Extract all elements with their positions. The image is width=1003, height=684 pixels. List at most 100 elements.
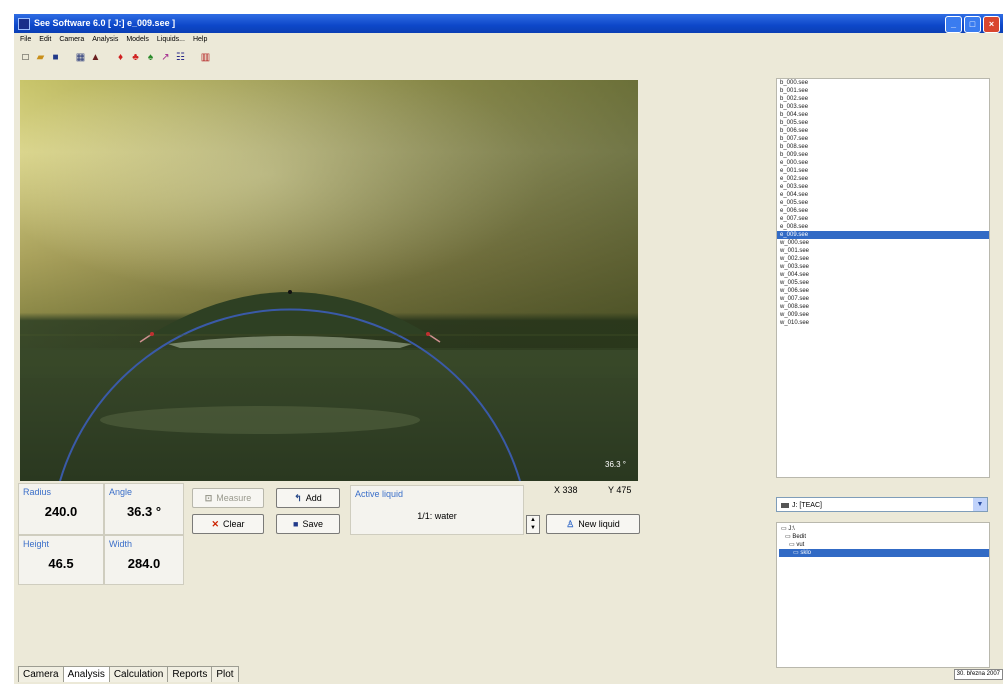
liquid-label: Active liquid: [355, 489, 404, 499]
clear-icon: ✕: [211, 519, 220, 529]
file-list-item[interactable]: b_000.see: [777, 79, 989, 87]
file-list-item[interactable]: b_005.see: [777, 119, 989, 127]
tab-calculation[interactable]: Calculation: [108, 666, 169, 682]
maximize-button[interactable]: □: [964, 16, 981, 33]
menu-camera[interactable]: Camera: [59, 34, 84, 46]
angle-box: Angle 36.3 °: [104, 483, 184, 535]
app-icon: [18, 18, 30, 30]
file-list-item[interactable]: b_002.see: [777, 95, 989, 103]
apex-point[interactable]: [288, 290, 292, 294]
file-list-item[interactable]: w_000.see: [777, 239, 989, 247]
angle-value: 36.3 °: [126, 504, 162, 519]
dir-item-vut[interactable]: ▭ vut: [779, 541, 989, 549]
chevron-down-icon[interactable]: ▼: [973, 498, 987, 511]
file-list-item[interactable]: e_006.see: [777, 207, 989, 215]
contact-point-right[interactable]: [426, 332, 430, 336]
file-list[interactable]: b_000.see b_001.see b_002.see b_003.see b_00…: [776, 78, 990, 478]
file-list-item[interactable]: w_003.see: [777, 263, 989, 271]
reflection-blur: [100, 406, 420, 434]
file-list-item[interactable]: e_004.see: [777, 191, 989, 199]
file-list-item[interactable]: w_007.see: [777, 295, 989, 303]
tab-plot[interactable]: Plot: [211, 666, 239, 682]
file-list-item[interactable]: e_002.see: [777, 175, 989, 183]
drop-icon[interactable]: ▲: [90, 52, 101, 63]
file-list-item[interactable]: w_010.see: [777, 319, 989, 327]
file-list-item[interactable]: w_004.see: [777, 271, 989, 279]
menu-analysis[interactable]: Analysis: [92, 34, 118, 46]
file-list-item[interactable]: b_004.see: [777, 111, 989, 119]
settings-icon[interactable]: ☷: [175, 52, 186, 63]
drive-select[interactable]: J: [TEAC] ▼: [776, 497, 988, 512]
save-icon[interactable]: ■: [50, 52, 61, 63]
red-drop-icon[interactable]: ♦: [115, 52, 126, 63]
directory-tree[interactable]: ▭ J:\ ▭ Bedit ▭ vut ▭ sklo: [776, 522, 990, 668]
file-list-item[interactable]: b_008.see: [777, 143, 989, 151]
y-coordinate: Y 475: [608, 485, 632, 495]
contact-point-left[interactable]: [150, 332, 154, 336]
drive-icon: [781, 502, 789, 508]
radius-box: Radius 240.0: [18, 483, 104, 535]
tab-camera[interactable]: Camera: [18, 666, 64, 682]
file-list-item[interactable]: b_009.see: [777, 151, 989, 159]
menu-edit[interactable]: Edit: [39, 34, 51, 46]
multi-drop-icon[interactable]: ♣: [130, 52, 141, 63]
file-list-item[interactable]: b_006.see: [777, 127, 989, 135]
file-list-item[interactable]: b_001.see: [777, 87, 989, 95]
report-icon[interactable]: ▥: [200, 52, 211, 63]
add-button[interactable]: ↰ Add: [276, 488, 340, 508]
measure-button[interactable]: ⊡ Measure: [192, 488, 264, 508]
height-box: Height 46.5: [18, 535, 104, 585]
file-list-item[interactable]: w_002.see: [777, 255, 989, 263]
color-drops-icon[interactable]: ♠: [145, 52, 156, 63]
add-icon: ↰: [294, 493, 302, 503]
dir-item-bedit[interactable]: ▭ Bedit: [779, 533, 989, 541]
droplet-image[interactable]: 36.3 °: [20, 80, 638, 481]
title-bar[interactable]: See Software 6.0 [ J:] e_009.see ] _ □ ×: [14, 14, 1003, 33]
clear-button[interactable]: ✕ Clear: [192, 514, 264, 534]
measure-icon: ⊡: [204, 493, 213, 503]
drive-label: J: [TEAC]: [792, 502, 822, 509]
minimize-button[interactable]: _: [945, 16, 962, 33]
liquid-box: Active liquid 1/1: water: [350, 485, 524, 535]
menu-file[interactable]: File: [20, 34, 31, 46]
file-list-item[interactable]: b_003.see: [777, 103, 989, 111]
dir-item-root[interactable]: ▭ J:\: [779, 525, 989, 533]
height-value: 46.5: [48, 556, 74, 571]
file-list-item[interactable]: w_001.see: [777, 247, 989, 255]
angle-overlay: 36.3 °: [605, 460, 626, 469]
file-list-item[interactable]: e_005.see: [777, 199, 989, 207]
file-list-item[interactable]: w_006.see: [777, 287, 989, 295]
file-list-item[interactable]: w_005.see: [777, 279, 989, 287]
save-btn-icon: ■: [293, 519, 299, 529]
file-list-item[interactable]: w_008.see: [777, 303, 989, 311]
file-list-item[interactable]: e_007.see: [777, 215, 989, 223]
chart-icon[interactable]: ↗: [160, 52, 171, 63]
save-label: Save: [302, 519, 323, 529]
width-value: 284.0: [127, 556, 161, 571]
tab-analysis[interactable]: Analysis: [62, 666, 110, 682]
tab-reports[interactable]: Reports: [167, 666, 213, 682]
height-label: Height: [23, 539, 50, 549]
open-icon[interactable]: ▰: [35, 52, 46, 63]
file-list-item[interactable]: e_000.see: [777, 159, 989, 167]
dir-item-sklo[interactable]: ▭ sklo: [779, 549, 989, 557]
menu-bar: File Edit Camera Analysis Models Liquids…: [14, 34, 1003, 46]
file-list-item[interactable]: e_001.see: [777, 167, 989, 175]
menu-liquids[interactable]: Liquids...: [157, 34, 185, 46]
file-list-item[interactable]: e_009.see: [777, 231, 989, 239]
liquid-spinner[interactable]: ▲ ▼: [526, 515, 540, 534]
width-label: Width: [109, 539, 133, 549]
menu-models[interactable]: Models: [126, 34, 149, 46]
grid-icon[interactable]: ▦: [75, 52, 86, 63]
save-button[interactable]: ■ Save: [276, 514, 340, 534]
close-button[interactable]: ×: [983, 16, 1000, 33]
file-list-item[interactable]: e_003.see: [777, 183, 989, 191]
liquid-value: 1/1: water: [417, 511, 457, 521]
file-list-item[interactable]: e_008.see: [777, 223, 989, 231]
radius-value: 240.0: [44, 504, 78, 519]
file-list-item[interactable]: b_007.see: [777, 135, 989, 143]
new-icon[interactable]: □: [20, 52, 31, 63]
menu-help[interactable]: Help: [193, 34, 207, 46]
new-liquid-button[interactable]: ♙ New liquid: [546, 514, 640, 534]
file-list-item[interactable]: w_009.see: [777, 311, 989, 319]
